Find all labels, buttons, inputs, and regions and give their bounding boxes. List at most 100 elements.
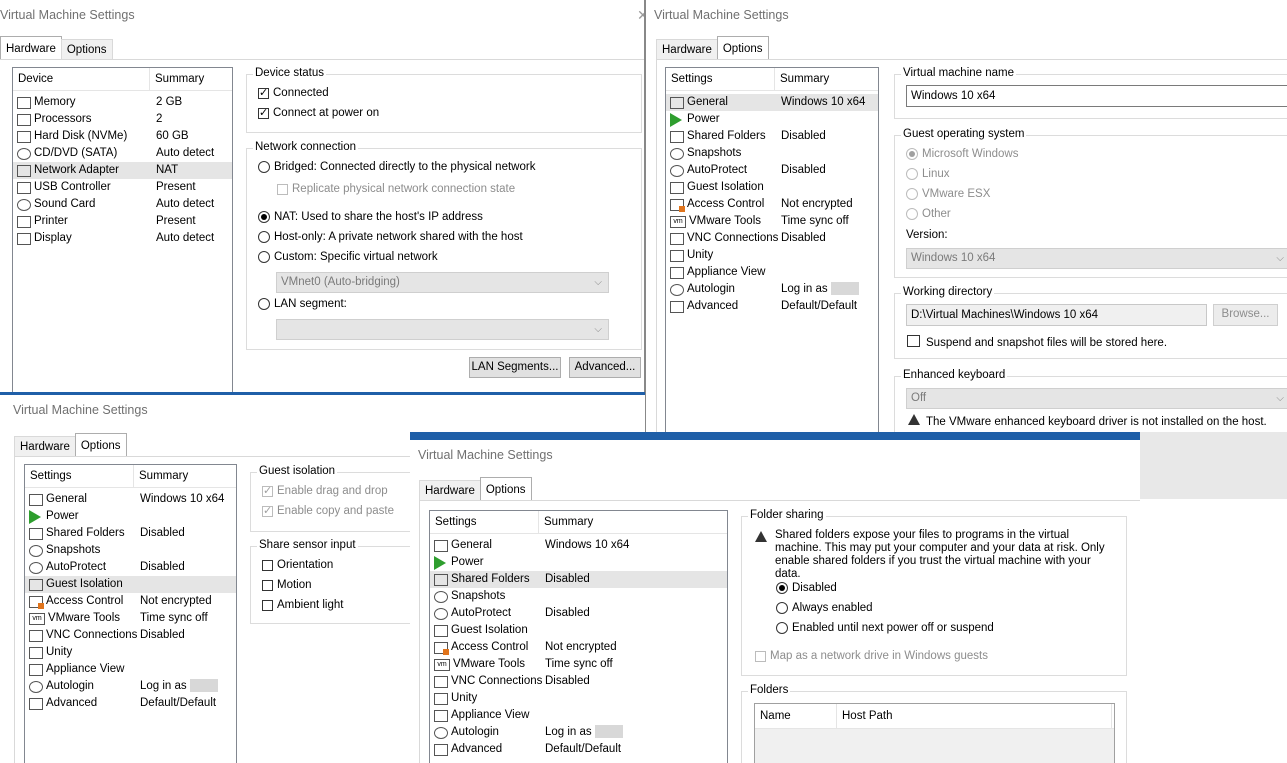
list-item[interactable]: Snapshots <box>25 542 236 559</box>
tab-hardware[interactable]: Hardware <box>419 480 481 502</box>
motion-checkbox[interactable]: Motion <box>262 579 312 591</box>
list-item[interactable]: Unity <box>25 644 236 661</box>
list-item[interactable]: Memory 2 GB <box>13 94 232 111</box>
connected-checkbox[interactable]: Connected <box>258 86 329 99</box>
list-item[interactable]: vm VMware Tools Time sync off <box>430 656 727 673</box>
nat-radio[interactable]: NAT: Used to share the host's IP address <box>258 211 483 223</box>
tab-options[interactable]: Options <box>74 433 127 457</box>
drag-drop-checkbox[interactable]: Enable drag and drop <box>262 484 388 497</box>
list-item[interactable]: AutoProtect Disabled <box>25 559 236 576</box>
list-item[interactable]: Advanced Default/Default <box>430 741 727 758</box>
device-list[interactable]: Device Summary Memory 2 GB Processors 2 Ha… <box>12 67 233 392</box>
list-item[interactable]: Sound Card Auto detect <box>13 196 232 213</box>
tab-hardware[interactable]: Hardware <box>656 39 718 61</box>
list-item[interactable]: Power <box>666 111 878 128</box>
sharing-disabled-radio[interactable]: Disabled <box>776 582 837 594</box>
copy-paste-checkbox[interactable]: Enable copy and paste <box>262 504 394 517</box>
list-item[interactable]: Shared Folders Disabled <box>666 128 878 145</box>
col-summary[interactable]: Summary <box>539 511 727 533</box>
col-name[interactable]: Name <box>755 704 837 728</box>
bridged-radio[interactable]: Bridged: Connected directly to the physi… <box>258 161 535 173</box>
list-item[interactable]: Snapshots <box>430 588 727 605</box>
list-item[interactable]: Guest Isolation <box>666 179 878 196</box>
tab-options[interactable]: Options <box>716 36 769 60</box>
custom-radio[interactable]: Custom: Specific virtual network <box>258 251 438 263</box>
tab-hardware[interactable]: Hardware <box>0 36 62 60</box>
col-summary[interactable]: Summary <box>134 465 236 487</box>
orientation-checkbox[interactable]: Orientation <box>262 559 333 571</box>
tab-options[interactable]: Options <box>60 39 113 61</box>
close-icon[interactable]: ✕ <box>637 7 644 24</box>
list-item[interactable]: Hard Disk (NVMe) 60 GB <box>13 128 232 145</box>
advanced-button[interactable]: Advanced... <box>569 357 641 378</box>
col-summary[interactable]: Summary <box>775 68 878 90</box>
list-item[interactable]: VNC Connections Disabled <box>25 627 236 644</box>
list-item[interactable]: Power <box>430 554 727 571</box>
col-settings[interactable]: Settings <box>666 68 775 90</box>
ambient-light-checkbox[interactable]: Ambient light <box>262 599 343 611</box>
list-item[interactable]: Processors 2 <box>13 111 232 128</box>
col-settings[interactable]: Settings <box>25 465 134 487</box>
list-item[interactable]: VNC Connections Disabled <box>666 230 878 247</box>
os-linux-radio[interactable]: Linux <box>906 168 950 180</box>
list-item[interactable]: VNC Connections Disabled <box>430 673 727 690</box>
col-device[interactable]: Device <box>13 68 150 90</box>
list-item-selected[interactable]: Shared Folders Disabled <box>430 571 727 588</box>
os-esx-radio[interactable]: VMware ESX <box>906 188 990 200</box>
vm-name-field[interactable]: Windows 10 x64 <box>906 85 1287 107</box>
list-item[interactable]: Shared Folders Disabled <box>25 525 236 542</box>
lan-segments-button[interactable]: LAN Segments... <box>469 357 561 378</box>
col-host-path[interactable]: Host Path <box>837 704 1112 728</box>
sharing-always-radio[interactable]: Always enabled <box>776 602 873 614</box>
settings-list[interactable]: Settings Summary General Windows 10 x64 P… <box>429 510 728 763</box>
list-item[interactable]: USB Controller Present <box>13 179 232 196</box>
list-item[interactable]: Unity <box>430 690 727 707</box>
settings-list[interactable]: Settings Summary General Windows 10 x64 P… <box>24 464 237 763</box>
list-item[interactable]: Guest Isolation <box>430 622 727 639</box>
list-item[interactable]: AutoProtect Disabled <box>430 605 727 622</box>
list-item[interactable]: Display Auto detect <box>13 230 232 247</box>
list-item[interactable]: General Windows 10 x64 <box>430 537 727 554</box>
list-item[interactable]: Advanced Default/Default <box>666 298 878 315</box>
lan-segment-radio[interactable]: LAN segment: <box>258 298 347 310</box>
list-item-selected[interactable]: General Windows 10 x64 <box>666 94 878 111</box>
folders-table[interactable]: Name Host Path <box>754 703 1115 763</box>
lan-segment-select[interactable]: ⌵ <box>276 319 609 340</box>
list-item[interactable]: Autologin Log in as <box>666 281 878 298</box>
list-item[interactable]: vm VMware Tools Time sync off <box>25 610 236 627</box>
list-item[interactable]: Unity <box>666 247 878 264</box>
list-item[interactable]: Snapshots <box>666 145 878 162</box>
list-item[interactable]: Access Control Not encrypted <box>430 639 727 656</box>
list-item[interactable]: Autologin Log in as <box>430 724 727 741</box>
list-item[interactable]: AutoProtect Disabled <box>666 162 878 179</box>
tab-hardware[interactable]: Hardware <box>14 436 76 458</box>
list-item[interactable]: Power <box>25 508 236 525</box>
version-select[interactable]: Windows 10 x64 ⌵ <box>906 248 1287 269</box>
list-item[interactable]: Autologin Log in as <box>25 678 236 695</box>
list-item-selected[interactable]: Guest Isolation <box>25 576 236 593</box>
connect-at-power-on-checkbox[interactable]: Connect at power on <box>258 106 379 119</box>
col-settings[interactable]: Settings <box>430 511 539 533</box>
list-item[interactable]: General Windows 10 x64 <box>25 491 236 508</box>
settings-list[interactable]: Settings Summary General Windows 10 x64 P… <box>665 67 879 432</box>
os-windows-radio[interactable]: Microsoft Windows <box>906 148 1019 160</box>
os-other-radio[interactable]: Other <box>906 208 951 220</box>
tab-options[interactable]: Options <box>479 477 532 501</box>
list-item[interactable]: Appliance View <box>666 264 878 281</box>
working-directory-field[interactable]: D:\Virtual Machines\Windows 10 x64 <box>906 304 1207 326</box>
list-item[interactable]: Advanced Default/Default <box>25 695 236 712</box>
list-item-selected[interactable]: Network Adapter NAT <box>13 162 232 179</box>
list-item[interactable]: Appliance View <box>430 707 727 724</box>
host-only-radio[interactable]: Host-only: A private network shared with… <box>258 231 523 243</box>
list-item[interactable]: Printer Present <box>13 213 232 230</box>
map-network-drive-checkbox[interactable]: Map as a network drive in Windows guests <box>755 650 988 662</box>
list-item[interactable]: Access Control Not encrypted <box>25 593 236 610</box>
list-item[interactable]: Access Control Not encrypted <box>666 196 878 213</box>
list-item[interactable]: Appliance View <box>25 661 236 678</box>
browse-button[interactable]: Browse... <box>1213 304 1278 326</box>
enhanced-keyboard-select[interactable]: Off ⌵ <box>906 388 1287 409</box>
sharing-until-radio[interactable]: Enabled until next power off or suspend <box>776 622 994 634</box>
col-summary[interactable]: Summary <box>150 68 232 90</box>
list-item[interactable]: vm VMware Tools Time sync off <box>666 213 878 230</box>
list-item[interactable]: CD/DVD (SATA) Auto detect <box>13 145 232 162</box>
